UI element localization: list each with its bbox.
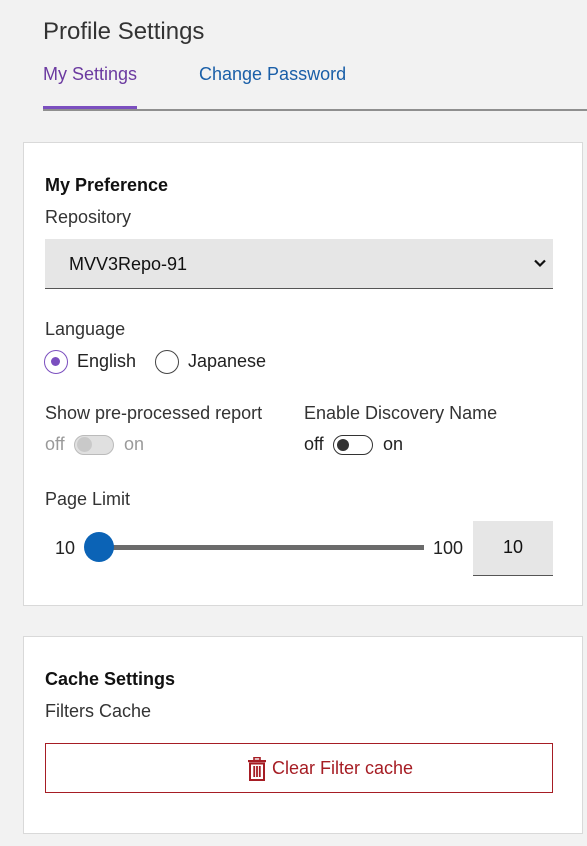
cache-title: Cache Settings [45,669,176,689]
radio-japanese-label[interactable]: Japanese [188,351,266,372]
clear-filter-cache-button[interactable]: Clear Filter cache [45,743,553,793]
tab-bar: My Settings Change Password [43,62,587,111]
language-label: Language [45,319,126,339]
enable-discovery-toggle[interactable] [333,435,373,455]
page-limit-slider-track[interactable] [98,545,424,550]
chevron-down-icon [534,259,546,268]
toggle-on-label: on [124,434,145,454]
page-title: Profile Settings [43,18,205,45]
repository-value: MVV3Repo-91 [69,254,188,274]
radio-english[interactable] [44,350,68,374]
preference-title: My Preference [45,175,169,195]
slider-max-label: 100 [433,538,464,558]
toggle-knob [337,438,349,451]
enable-discovery-label: Enable Discovery Name [304,403,498,423]
repository-select[interactable]: MVV3Repo-91 [45,239,553,289]
page-limit-input[interactable]: 10 [473,521,553,576]
trash-icon [248,757,266,781]
filters-cache-label: Filters Cache [45,701,152,721]
show-preprocessed-toggle[interactable] [74,435,114,455]
show-preprocessed-label: Show pre-processed report [45,403,263,423]
page-limit-slider-thumb[interactable] [84,532,114,562]
toggle-knob [77,437,92,452]
slider-min-label: 10 [55,538,76,558]
tab-change-password[interactable]: Change Password [199,64,346,85]
radio-english-label[interactable]: English [77,351,136,372]
repository-label: Repository [45,207,132,227]
toggle-off-label: off [45,434,65,454]
cache-card: Cache Settings Filters Cache Clear Filte… [23,636,583,834]
radio-japanese[interactable] [155,350,179,374]
clear-filter-cache-label: Clear Filter cache [272,758,414,778]
tab-my-settings[interactable]: My Settings [43,64,138,109]
toggle-off-label: off [304,434,324,454]
preference-card: My Preference Repository MVV3Repo-91 Lan… [23,142,583,606]
toggle-on-label: on [383,434,404,454]
page-limit-label: Page Limit [45,489,131,509]
